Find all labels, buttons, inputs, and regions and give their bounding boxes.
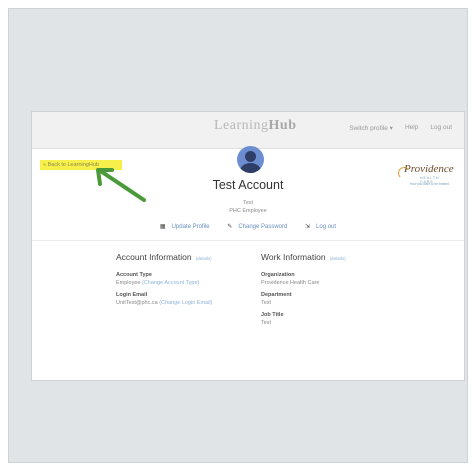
sign-out-icon: ⇲ [305,224,311,230]
account-information-section: Account Information (details) Account Typ… [116,252,212,312]
login-email-text: UnitTest@phc.ca [116,300,158,306]
account-role: PHC Employee [229,208,267,214]
account-information-title: Account Information (details) [116,252,212,262]
screenshot-frame: LearningHub Switch profile ▾ Help Log ou… [8,8,468,463]
switch-profile-menu[interactable]: Switch profile ▾ [349,124,393,132]
department-value: Test [261,300,272,306]
account-type-text: Employee [116,280,141,286]
account-information-heading: Account Information [116,252,192,262]
profile-actions: ▦ Update Profile ✎ Change Password ⇲ Log ou… [32,223,464,230]
top-nav-links: Switch profile ▾ Help Log out [349,124,452,132]
log-out-button[interactable]: ⇲ Log out [301,224,340,230]
avatar [237,146,264,173]
work-information-title: Work Information (details) [261,252,346,262]
section-divider [32,240,464,241]
log-out-label: Log out [316,224,337,230]
arrow-shaft [100,170,146,202]
calendar-icon: ▦ [159,224,166,230]
job-title-value: Test [261,320,272,326]
avatar-body-icon [240,163,261,173]
logo-name: Providence [404,163,454,175]
update-profile-label: Update Profile [171,224,210,230]
login-email-label: Login Email [116,292,148,298]
change-account-type-link[interactable]: (Change Account Type) [142,280,199,286]
green-arrow-annotation [96,168,146,202]
logout-link[interactable]: Log out [430,124,452,132]
login-email-value: UnitTest@phc.ca (Change Login Email) [116,300,212,306]
change-password-label: Change Password [238,224,288,230]
brand-bold: Hub [268,118,297,133]
account-type-label: Account Type [116,272,152,278]
work-information-heading: Work Information [261,252,326,262]
work-info-details-link[interactable]: (details) [330,256,346,261]
job-title-label: Job Title [261,312,284,318]
help-link[interactable]: Help [405,124,418,132]
organization-value: Providence Health Care [261,280,320,286]
work-information-section: Work Information (details) Organization P… [261,252,346,332]
pencil-icon: ✎ [227,224,233,230]
avatar-head-icon [245,151,256,162]
account-info-details-link[interactable]: (details) [196,256,212,261]
brand-light: Learning [214,118,269,133]
account-type-value: Employee (Change Account Type) [116,280,212,286]
account-page: LearningHub Switch profile ▾ Help Log ou… [31,111,465,381]
change-login-email-link[interactable]: (Change Login Email) [159,300,212,306]
learninghub-logo[interactable]: LearningHub [214,118,297,134]
department-label: Department [261,292,292,298]
organization-label: Organization [261,272,295,278]
change-password-button[interactable]: ✎ Change Password [223,224,291,230]
top-navbar: LearningHub Switch profile ▾ Help Log ou… [32,112,464,149]
update-profile-button[interactable]: ▦ Update Profile [156,224,214,230]
